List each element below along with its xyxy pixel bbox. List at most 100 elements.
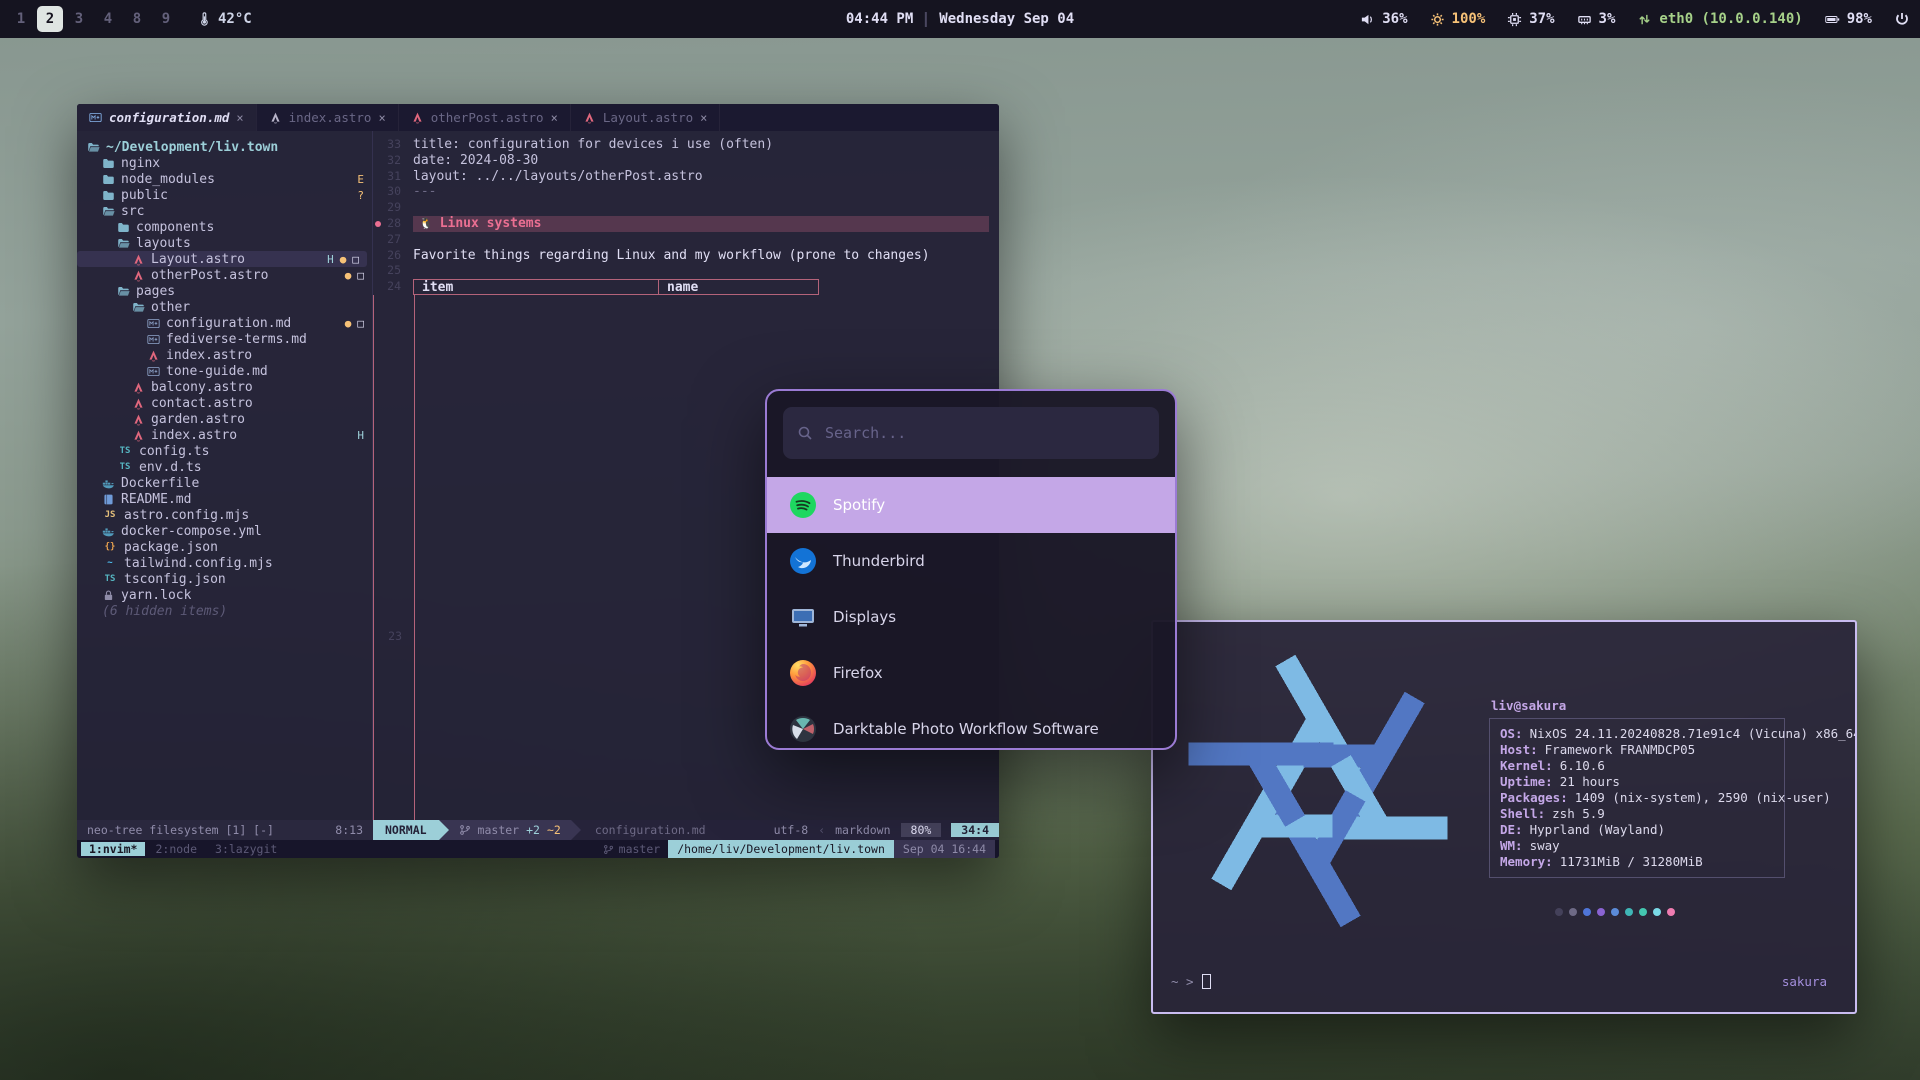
tree-item-components[interactable]: components <box>77 219 372 235</box>
tree-item-label: README.md <box>121 492 191 507</box>
neotree-panel[interactable]: ~/Development/liv.townnginxnode_modulesE… <box>77 131 373 820</box>
launcher-entry-darktable-photo-workflow-software[interactable]: Darktable Photo Workflow Software <box>767 701 1175 750</box>
tree-item-node_modules[interactable]: node_modulesE <box>77 171 372 187</box>
tab-Layout.astro[interactable]: Layout.astro <box>571 104 721 131</box>
tabline: configuration.md index.astro otherPost.ast… <box>77 104 999 131</box>
palette-dot <box>1625 908 1633 916</box>
workspace-2[interactable]: 2 <box>37 6 63 32</box>
book-icon <box>102 493 115 506</box>
tree-item-fediverse-terms.md[interactable]: fediverse-terms.md <box>77 331 372 347</box>
bar-module[interactable]: 36% <box>1360 11 1407 27</box>
workspace-8[interactable]: 8 <box>124 6 150 32</box>
tab-configuration.md[interactable]: configuration.md <box>77 104 257 131</box>
fetch-info-value: 21 hours <box>1560 774 1620 789</box>
launcher-entry-displays[interactable]: Displays <box>767 589 1175 645</box>
close-icon[interactable] <box>236 111 243 125</box>
tree-item-badges: H●□ <box>327 253 359 266</box>
tree-item-6hiddenitems[interactable]: (6 hidden items) <box>77 603 372 619</box>
close-icon[interactable] <box>378 111 385 125</box>
launcher-entry-thunderbird[interactable]: Thunderbird <box>767 533 1175 589</box>
tree-item-pages[interactable]: pages <box>77 283 372 299</box>
fetch-info-label: Shell: <box>1500 806 1545 821</box>
launcher-entry-firefox[interactable]: Firefox <box>767 645 1175 701</box>
tree-item-index.astro[interactable]: index.astroH <box>77 427 372 443</box>
tab-label: Layout.astro <box>603 110 693 125</box>
tree-item-garden.astro[interactable]: garden.astro <box>77 411 372 427</box>
git-status-badge: □ <box>352 253 359 266</box>
tree-item-tsconfig.json[interactable]: TStsconfig.json <box>77 571 372 587</box>
tree-item-config.ts[interactable]: TSconfig.ts <box>77 443 372 459</box>
encoding-indicator: utf-8 <box>774 823 809 837</box>
folder-open-icon <box>102 205 115 218</box>
launcher-entry-spotify[interactable]: Spotify <box>767 477 1175 533</box>
tree-item-contact.astro[interactable]: contact.astro <box>77 395 372 411</box>
tree-item-label: other <box>151 300 190 315</box>
editor-line: 26Favorite things regarding Linux and my… <box>373 248 999 264</box>
bar-module[interactable]: eth0 (10.0.0.140) <box>1637 11 1802 27</box>
tmux-window-1:nvim*[interactable]: 1:nvim* <box>81 842 145 856</box>
tree-item-src[interactable]: src <box>77 203 372 219</box>
tmux-window-2:node[interactable]: 2:node <box>147 842 205 856</box>
power-button[interactable] <box>1894 11 1910 27</box>
close-icon[interactable] <box>700 111 707 125</box>
close-icon[interactable] <box>551 111 558 125</box>
fetch-info-label: OS: <box>1500 726 1523 741</box>
bar-module[interactable]: 37% <box>1507 11 1554 27</box>
workspace-4[interactable]: 4 <box>95 6 121 32</box>
table-cell-item: item <box>414 280 658 294</box>
nixos-logo <box>1167 640 1469 942</box>
bar-module[interactable]: 100% <box>1430 11 1486 27</box>
line-number: 23 <box>374 629 414 645</box>
bar-right: 36% 100% 37% 3% eth0 (10.0.0.140) 98% <box>1360 11 1910 27</box>
search-box[interactable] <box>783 407 1159 459</box>
tree-item-otherPost.astro[interactable]: otherPost.astro●□ <box>77 267 372 283</box>
tab-index.astro[interactable]: index.astro <box>257 104 399 131</box>
bar-module[interactable]: 98% <box>1825 11 1872 27</box>
shell-prompt[interactable]: ~ > <box>1171 974 1211 989</box>
tmux-window-3:lazygit[interactable]: 3:lazygit <box>207 842 285 856</box>
tree-item-README.md[interactable]: README.md <box>77 491 372 507</box>
bar-module[interactable]: 3% <box>1577 11 1616 27</box>
neotree-status-title: neo-tree filesystem [1] [-] <box>87 823 274 837</box>
folder-open-icon <box>117 285 130 298</box>
tree-item-package.json[interactable]: {}package.json <box>77 539 372 555</box>
tree-item-tailwind.config.mjs[interactable]: ~tailwind.config.mjs <box>77 555 372 571</box>
tree-item-docker-compose.yml[interactable]: docker-compose.yml <box>77 523 372 539</box>
tree-item-yarn.lock[interactable]: yarn.lock <box>77 587 372 603</box>
tree-item-index.astro[interactable]: index.astro <box>77 347 372 363</box>
tree-item-Layout.astro[interactable]: Layout.astroH●□ <box>77 251 367 267</box>
search-input[interactable] <box>825 424 1145 442</box>
tree-item-Dockerfile[interactable]: Dockerfile <box>77 475 372 491</box>
tree-item-public[interactable]: public? <box>77 187 372 203</box>
fetch-info-value: sway <box>1530 838 1560 853</box>
tree-item-nginx[interactable]: nginx <box>77 155 372 171</box>
line-text: title: configuration for devices i use (… <box>413 137 773 153</box>
tree-item-layouts[interactable]: layouts <box>77 235 372 251</box>
workspace-9[interactable]: 9 <box>153 6 179 32</box>
palette-dot <box>1667 908 1675 916</box>
line-number: 32 <box>373 153 413 169</box>
line-number: 29 <box>373 200 413 216</box>
tab-otherPost.astro[interactable]: otherPost.astro <box>399 104 571 131</box>
tab-label: index.astro <box>289 110 372 125</box>
workspace-1[interactable]: 1 <box>8 6 34 32</box>
tree-item-configuration.md[interactable]: configuration.md●□ <box>77 315 372 331</box>
workspace-3[interactable]: 3 <box>66 6 92 32</box>
search-icon <box>797 425 813 441</box>
tree-item-Developmentliv.town[interactable]: ~/Development/liv.town <box>77 139 372 155</box>
tree-item-label: docker-compose.yml <box>121 524 262 539</box>
tree-item-astro.config.mjs[interactable]: JSastro.config.mjs <box>77 507 372 523</box>
mode-indicator: NORMAL <box>373 820 439 840</box>
clock-module[interactable]: 04:44 PM Wednesday Sep 04 <box>846 11 1074 27</box>
heading-sign-icon <box>375 221 381 227</box>
tree-item-label: public <box>121 188 168 203</box>
tree-item-tone-guide.md[interactable]: tone-guide.md <box>77 363 372 379</box>
bar-module-text: 3% <box>1599 11 1616 27</box>
tree-item-balcony.astro[interactable]: balcony.astro <box>77 379 372 395</box>
neotree-statusline: neo-tree filesystem [1] [-] 8:13 <box>77 820 373 840</box>
tree-item-env.d.ts[interactable]: TSenv.d.ts <box>77 459 372 475</box>
palette-dot <box>1569 908 1577 916</box>
temperature-module[interactable]: 42°C <box>197 11 252 27</box>
tree-item-other[interactable]: other <box>77 299 372 315</box>
fetch-info-value: Framework FRANMDCP05 <box>1545 742 1696 757</box>
